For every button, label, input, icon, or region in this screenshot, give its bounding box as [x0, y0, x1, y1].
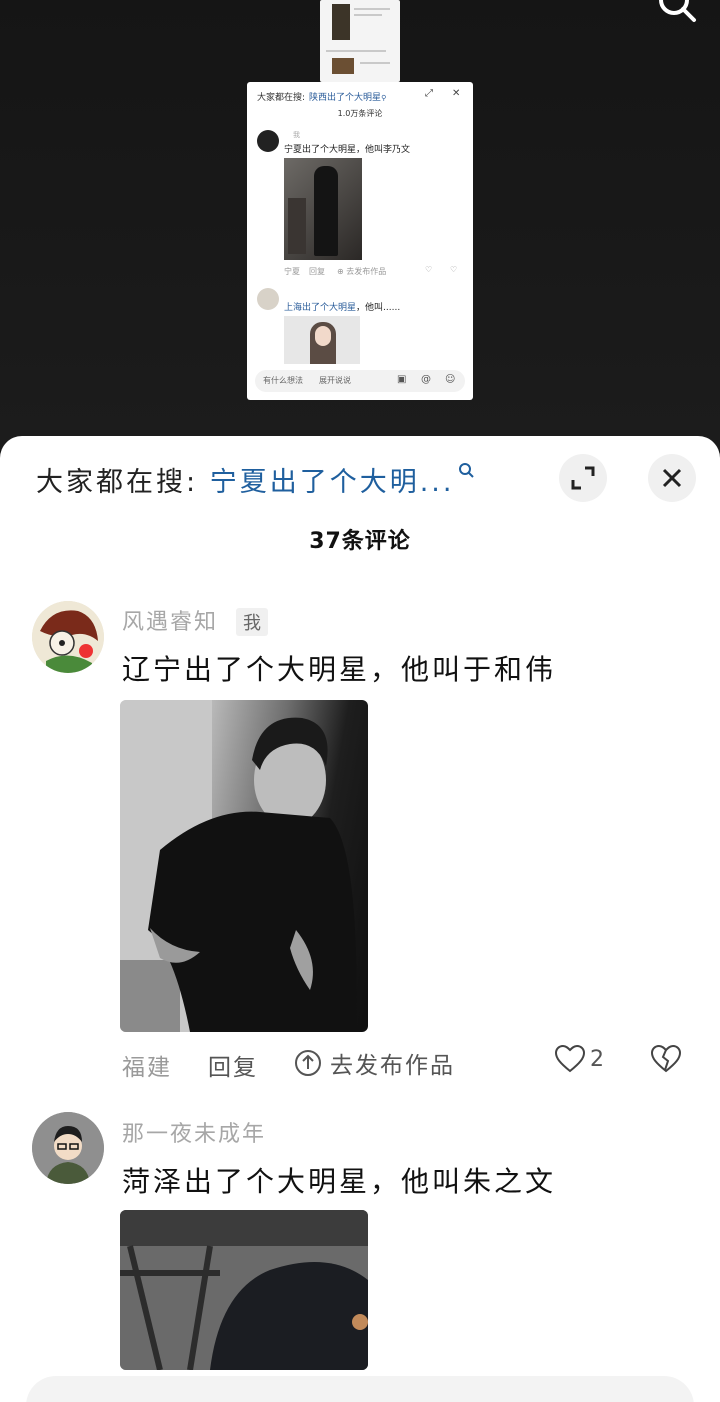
mini-comment-photo[interactable]: [284, 316, 360, 364]
comment-sheet: 大家都在搜: 宁夏出了个大明... 37条评论 风遇睿知 我 辽宁出了个大明星，…: [0, 436, 720, 1402]
thumbnail-strip: [320, 0, 400, 82]
me-tag: 我: [236, 608, 268, 636]
comment-photo[interactable]: [120, 700, 368, 1032]
mini-comment-text: 上海出了个大明星，他叫......: [284, 303, 401, 313]
mini-comment-input[interactable]: 有什么想法 展开说说 ▣ @ ☺: [255, 370, 465, 392]
expand-button[interactable]: [559, 454, 607, 502]
comment-photo[interactable]: [120, 1210, 368, 1370]
like-button[interactable]: 2: [554, 1044, 604, 1074]
mini-location: 宁夏: [284, 267, 300, 276]
upload-circle-icon: [295, 1050, 321, 1076]
mini-me-tag: 我: [293, 131, 300, 139]
mini-comment-count: 1.0万条评论: [337, 109, 383, 118]
mini-search-keyword[interactable]: 陕西出了个大明星: [309, 93, 381, 103]
mini-comment-preview[interactable]: 大家都在搜: 陕西出了个大明星⚲ ⤢ ✕ 1.0万条评论 我 宁夏出了个大明星，他…: [247, 82, 473, 400]
comment-input-bar[interactable]: [26, 1376, 694, 1402]
dislike-button[interactable]: [650, 1044, 682, 1078]
search-icon[interactable]: [458, 462, 475, 478]
man-portrait-image: [120, 700, 357, 1032]
broken-heart-icon: [650, 1044, 682, 1073]
comment-count: 37条评论: [309, 529, 411, 554]
comment-text: 辽宁出了个大明星，他叫于和伟: [122, 653, 557, 686]
avatar[interactable]: [32, 1112, 104, 1184]
username[interactable]: 风遇睿知: [122, 604, 218, 636]
mini-avatar[interactable]: [257, 288, 279, 310]
avatar-cartoon-icon: [32, 601, 104, 673]
mini-broken-heart-icon[interactable]: ♡: [450, 265, 457, 274]
like-count: 2: [590, 1046, 604, 1072]
search-prefix: 大家都在搜:: [36, 467, 199, 498]
mini-comment-photo[interactable]: [284, 158, 362, 260]
publish-work-button[interactable]: 去发布作品: [294, 1046, 455, 1080]
publish-label: 去发布作品: [330, 1053, 455, 1079]
reply-button[interactable]: 回复: [208, 1048, 258, 1082]
avatar[interactable]: [32, 601, 104, 673]
mini-expand-icon[interactable]: ⤢: [425, 88, 433, 99]
mini-close-icon[interactable]: ✕: [452, 88, 460, 99]
mini-avatar[interactable]: [257, 130, 279, 152]
mini-username: 我: [293, 130, 300, 140]
mini-image-icon[interactable]: ▣: [397, 374, 406, 385]
username[interactable]: 那一夜未成年: [122, 1116, 266, 1148]
search-icon[interactable]: [658, 0, 698, 26]
mini-publish-button[interactable]: ⊕ 去发布作品: [337, 266, 386, 277]
mini-input-placeholder: 有什么想法: [263, 376, 303, 385]
mini-at-icon[interactable]: @: [421, 374, 431, 385]
mini-search-prefix: 大家都在搜:: [257, 93, 306, 103]
close-icon: [662, 468, 682, 488]
mini-emoji-icon[interactable]: ☺: [445, 374, 455, 385]
mini-search-row: 大家都在搜: 陕西出了个大明星⚲: [257, 93, 387, 103]
location-label: 福建: [122, 1055, 172, 1081]
mini-input-hint: 展开说说: [319, 376, 351, 385]
stage-photo-image: [120, 1210, 368, 1370]
comment-text: 菏泽出了个大明星，他叫朱之文: [122, 1165, 557, 1198]
expand-icon: [571, 466, 595, 490]
heart-icon: [554, 1044, 586, 1073]
mini-comment-text: 宁夏出了个大明星，他叫李乃文: [284, 145, 411, 155]
search-keyword-link[interactable]: 宁夏出了个大明...: [210, 467, 455, 498]
mini-heart-icon[interactable]: ♡: [425, 265, 432, 274]
close-button[interactable]: [648, 454, 696, 502]
avatar-cartoon-icon: [32, 1112, 104, 1184]
mini-reply-button[interactable]: 回复: [309, 266, 325, 277]
trending-search-row: 大家都在搜: 宁夏出了个大明...: [36, 460, 475, 499]
